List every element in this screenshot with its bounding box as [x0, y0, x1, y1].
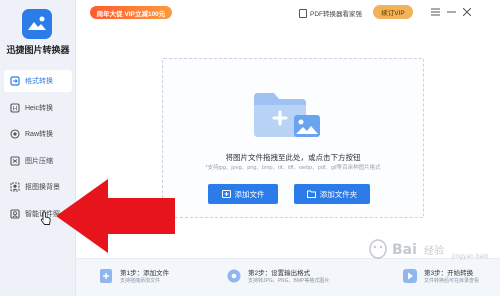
- sidebar-item-raw[interactable]: Raw转换: [4, 123, 72, 145]
- svg-text:Bai: Bai: [392, 242, 417, 258]
- step-3-desc: 文件转换后可在目录查看: [424, 278, 480, 284]
- heic-icon: H: [10, 103, 20, 113]
- folder-add-icon: [252, 91, 324, 146]
- step-2-title: 第2步：设置输出格式: [248, 270, 311, 277]
- close-icon[interactable]: [459, 5, 475, 19]
- renew-vip-button[interactable]: 续订VIP: [373, 5, 413, 19]
- minimize-icon[interactable]: [443, 5, 459, 19]
- step-3-title: 第3步：开始转换: [424, 270, 474, 277]
- add-folder-button[interactable]: 添加文件夹: [294, 184, 370, 204]
- step-2-desc: 支持转JPG、PNG、BMP等格式图片: [248, 278, 330, 284]
- settings-step-icon: [226, 268, 242, 284]
- window-controls: [427, 5, 475, 19]
- drop-instructions: 将图片文件拖拽至此处，或点击下方按钮: [225, 153, 361, 162]
- sidebar-item-format-convert[interactable]: 格式转换: [4, 70, 72, 92]
- sidebar-item-label: 图片压缩: [25, 158, 53, 165]
- pdf-converter-link[interactable]: PDF转换器看家强: [299, 7, 362, 19]
- id-photo-icon: [10, 209, 20, 219]
- convert-step-icon: [402, 268, 418, 284]
- app-title: 迅捷图片转换器: [6, 45, 70, 55]
- compress-icon: [10, 156, 20, 166]
- step-1-title: 第1步：添加文件: [120, 270, 170, 277]
- menu-icon[interactable]: [427, 5, 443, 19]
- sidebar-item-label: Heic转换: [25, 105, 54, 112]
- add-file-button[interactable]: 添加文件: [208, 184, 278, 204]
- supported-formats-note: *支持jpg、jpeg、png、bmp、tif、tiff、webp、pdf、gi…: [205, 165, 381, 171]
- add-file-button-label: 添加文件: [234, 189, 265, 199]
- add-folder-button-label: 添加文件夹: [319, 189, 358, 199]
- sidebar-item-compress[interactable]: 图片压缩: [4, 150, 72, 172]
- app-logo: [22, 9, 52, 39]
- folder-icon: [306, 190, 316, 198]
- format-convert-icon: [10, 76, 20, 86]
- file-icon: [221, 190, 231, 198]
- svg-text:经验: 经验: [424, 244, 444, 257]
- pdf-converter-link-label: PDF转换器看家强: [310, 11, 362, 18]
- cutout-icon: [10, 182, 20, 192]
- svg-text:jingyan.baidu.com: jingyan.baidu.com: [451, 253, 488, 260]
- mouse-cursor-icon: [40, 211, 52, 231]
- promo-banner[interactable]: 周年大促 VIP立减100元: [90, 6, 172, 19]
- step-1-desc: 支持拖拽添加文件: [120, 278, 161, 284]
- baidu-jingyan-watermark: Bai 经验 jingyan.baidu.com: [368, 238, 500, 265]
- sidebar-item-heic[interactable]: H Heic转换: [4, 97, 72, 119]
- svg-text:H: H: [13, 105, 18, 112]
- sidebar-item-label: 格式转换: [25, 78, 53, 85]
- sidebar-item-label: Raw转换: [25, 131, 54, 138]
- add-file-step-icon: [98, 268, 114, 284]
- red-pointer-arrow: [53, 176, 179, 261]
- raw-icon: [10, 129, 20, 139]
- pdf-icon: [299, 8, 307, 18]
